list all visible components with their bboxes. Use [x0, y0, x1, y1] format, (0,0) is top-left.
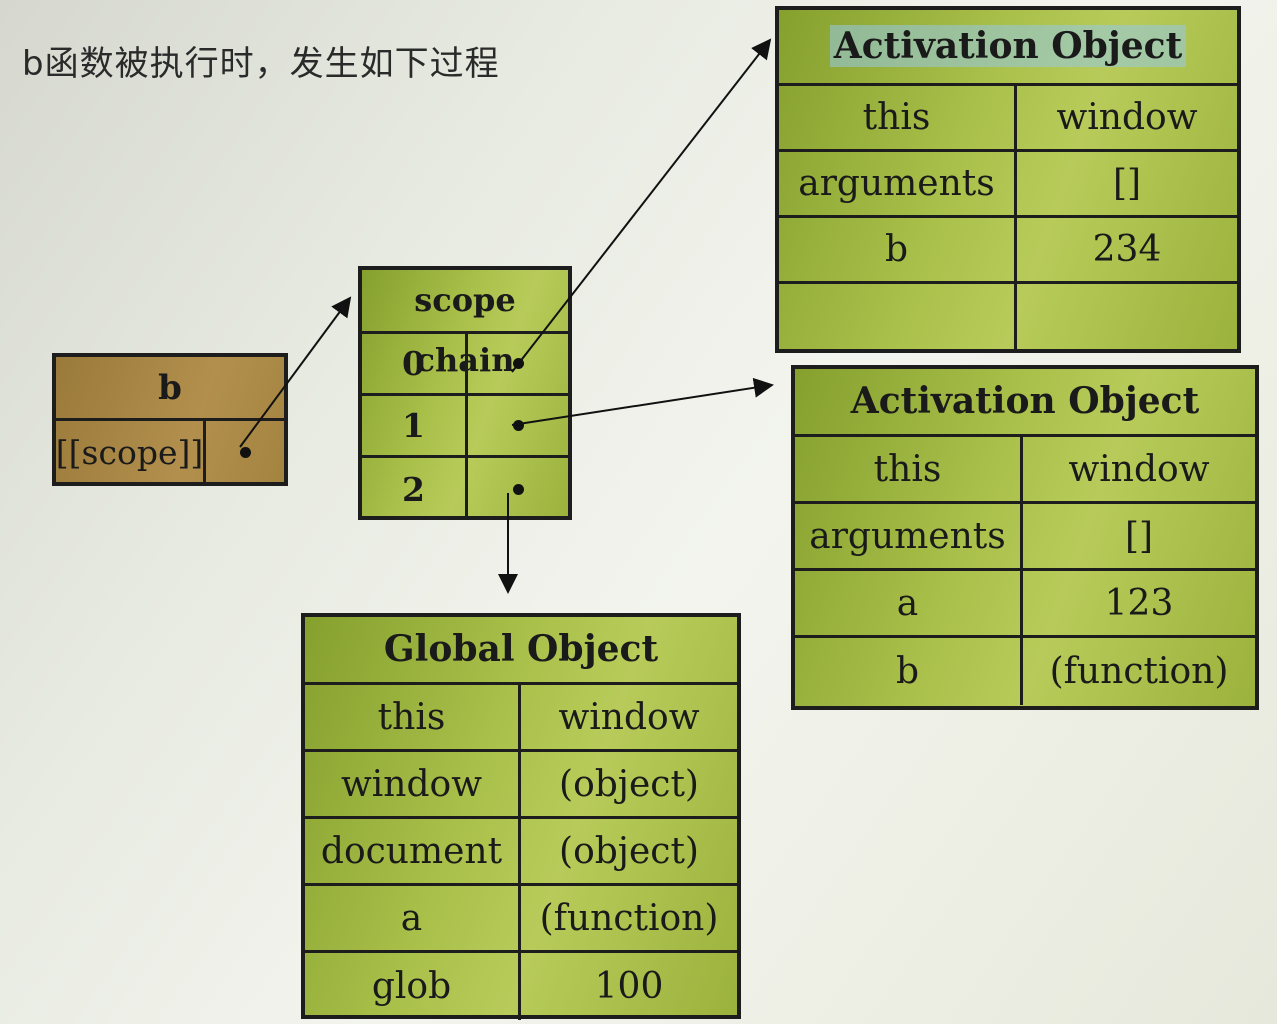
arrow-chain1-to-ao-a	[511, 377, 774, 426]
arrow-scope-to-chain	[239, 296, 352, 448]
arrow-chain0-to-ao-b	[511, 38, 772, 373]
pointer-arrows	[239, 38, 774, 594]
